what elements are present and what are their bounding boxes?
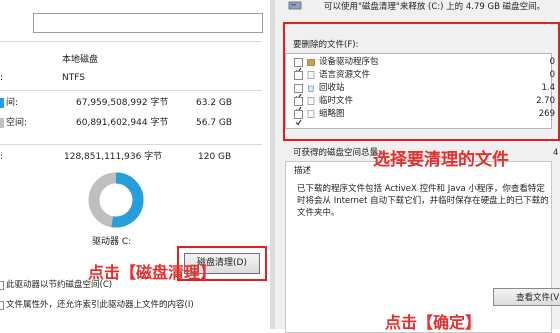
package-icon <box>307 59 315 66</box>
capacity-size: 120 GB <box>198 152 232 162</box>
file-name: 临时文件 <box>319 96 354 106</box>
file-name: 语言资源文件 <box>319 70 371 80</box>
free-space-label: 空间: <box>6 118 28 128</box>
filesystem-label: : <box>0 73 4 83</box>
recycle-bin-icon <box>308 85 314 92</box>
list-item[interactable]: 临时文件 2.70 <box>286 95 555 113</box>
used-space-swatch <box>0 98 4 108</box>
divider <box>0 90 262 91</box>
list-item[interactable]: 缩略图 269 <box>286 108 555 126</box>
description-text-line: 已下载的程序文件包括 ActiveX 控件和 Java 小程序，你查看特定 <box>297 184 545 194</box>
used-space-size: 63.2 GB <box>196 98 233 108</box>
file-checkbox[interactable] <box>294 110 303 126</box>
free-space-size: 56.7 GB <box>196 118 233 128</box>
disk-usage-donut <box>88 172 144 228</box>
index-checkbox[interactable] <box>0 301 4 310</box>
annotation-click-ok: 点击【确定】 <box>385 313 482 332</box>
free-space-bytes: 60,891,602,944 字节 <box>76 118 169 128</box>
free-space-swatch <box>0 118 4 128</box>
files-to-delete-label: 要删除的文件(F): <box>293 40 359 50</box>
check-icon <box>295 119 302 126</box>
file-size: 0 <box>549 70 555 80</box>
list-item[interactable]: 设备驱动程序包 0 <box>286 56 555 74</box>
drive-label: 驱动器 C: <box>92 237 132 247</box>
list-item[interactable]: 语言资源文件 0 <box>286 69 555 81</box>
file-checkbox[interactable] <box>294 58 303 74</box>
file-size: 1.4 <box>541 83 555 93</box>
filesystem-value: NTFS <box>62 73 85 83</box>
annotation-select-files: 选择要清理的文件 <box>373 150 509 170</box>
compress-checkbox[interactable] <box>0 281 4 290</box>
disk-cleanup-dialog: 可以使用"磁盘清理"来释放 (C:) 上的 4.79 GB 磁盘空间。 要删除的… <box>275 0 560 333</box>
description-text-line: 时将会从 Internet 自动下载它们，并临时保存在硬盘上的已下载的 <box>297 196 549 206</box>
file-checkbox[interactable] <box>294 71 303 80</box>
file-size: 0 <box>549 57 555 67</box>
description-label: 描述 <box>294 166 312 176</box>
description-text-line: 文件夹中。 <box>297 208 340 218</box>
available-space-label: 可获得的磁盘空间总量: <box>293 148 381 158</box>
list-item[interactable]: 回收站 1.4 <box>286 82 555 100</box>
file-icon <box>307 110 315 118</box>
disk-properties-window: 本地磁盘 : NTFS 间: 67,959,508,992 字节 63.2 GB… <box>0 0 270 329</box>
drive-icon <box>288 1 302 10</box>
capacity-label: : <box>0 152 4 162</box>
available-space-value: 4 <box>553 148 559 158</box>
file-checkbox[interactable] <box>294 84 303 100</box>
file-icon <box>307 97 315 105</box>
view-files-button[interactable]: 查看文件(V <box>493 288 560 306</box>
used-space-arc <box>111 172 144 228</box>
file-name: 设备驱动程序包 <box>319 57 379 67</box>
capacity-bytes: 128,851,111,936 字节 <box>64 152 163 162</box>
volume-name-input[interactable] <box>33 13 263 33</box>
divider <box>0 41 262 42</box>
used-space-label: 间: <box>6 98 19 108</box>
type-value: 本地磁盘 <box>62 55 99 65</box>
dialog-header-text: 可以使用"磁盘清理"来释放 (C:) 上的 4.79 GB 磁盘空间。 <box>324 2 546 12</box>
compress-label: 此驱动器以节约磁盘空间(C) <box>6 280 113 290</box>
file-size: 2.70 <box>536 96 555 106</box>
index-label: 文件属性外，还允许索引此驱动器上文件的内容(I) <box>6 300 194 310</box>
divider <box>0 144 262 145</box>
used-space-bytes: 67,959,508,992 字节 <box>76 98 169 108</box>
files-list: 设备驱动程序包 0 语言资源文件 0 回收站 1.4 临时文件 2.70 缩略图… <box>285 53 555 129</box>
file-name: 缩略图 <box>319 109 345 119</box>
file-checkbox[interactable] <box>294 97 303 113</box>
file-size: 269 <box>538 109 555 119</box>
file-name: 回收站 <box>319 83 345 93</box>
file-icon <box>307 71 315 79</box>
